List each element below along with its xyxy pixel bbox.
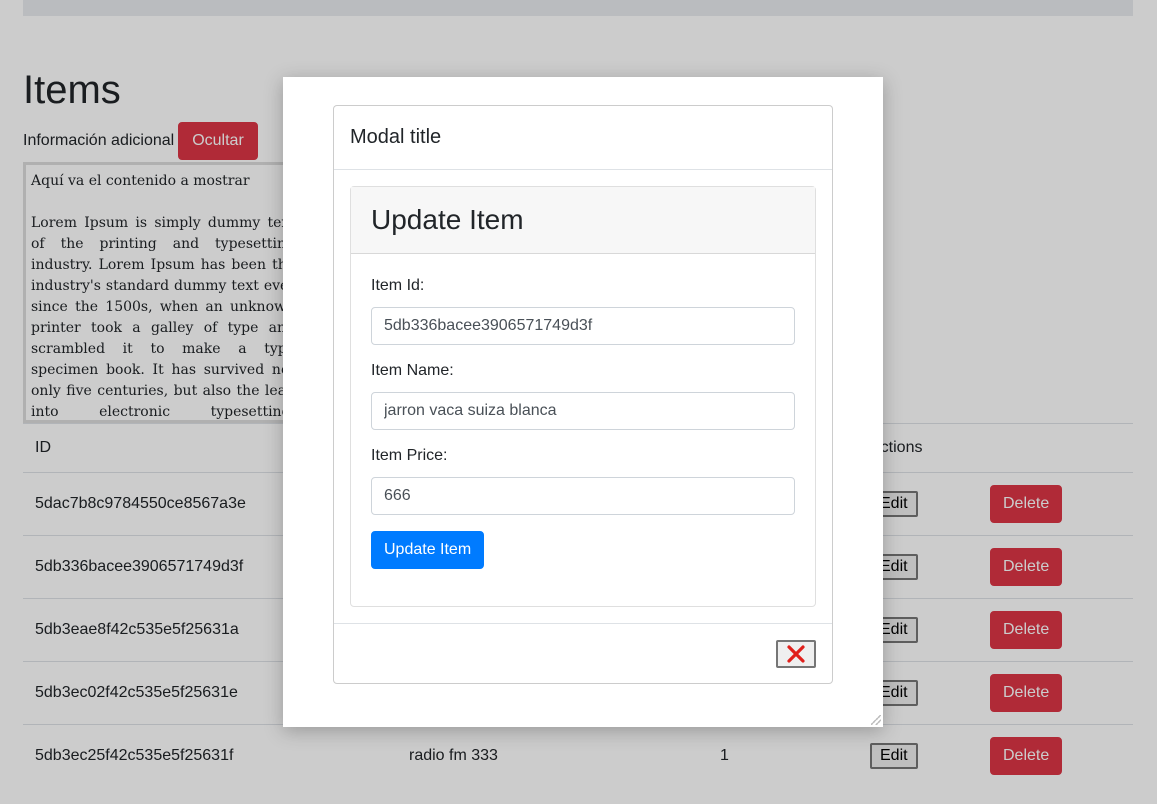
- item-id-input[interactable]: [371, 307, 795, 345]
- item-name-group: Item Name:: [371, 361, 795, 430]
- modal-dialog: Modal title Update Item Item Id: Item Na…: [283, 77, 883, 727]
- modal-content: Modal title Update Item Item Id: Item Na…: [333, 105, 833, 684]
- resize-grip[interactable]: [871, 715, 881, 725]
- modal-body: Update Item Item Id: Item Name: Item Pri…: [334, 170, 832, 623]
- item-id-label: Item Id:: [371, 277, 425, 294]
- close-x-icon: [787, 645, 805, 663]
- item-name-label: Item Name:: [371, 362, 454, 379]
- item-id-group: Item Id:: [371, 276, 795, 345]
- item-price-input[interactable]: [371, 477, 795, 515]
- close-modal-button[interactable]: [776, 640, 816, 668]
- modal-header: Modal title: [334, 106, 832, 170]
- item-name-input[interactable]: [371, 392, 795, 430]
- item-price-label: Item Price:: [371, 447, 448, 464]
- update-item-form: Item Id: Item Name: Item Price: Update I…: [351, 254, 815, 591]
- card-header: Update Item: [351, 187, 815, 254]
- modal-footer: [334, 623, 832, 684]
- update-item-button[interactable]: Update Item: [371, 531, 485, 569]
- card-title: Update Item: [371, 204, 524, 235]
- item-price-group: Item Price:: [371, 446, 795, 515]
- modal-title: Modal title: [350, 126, 442, 148]
- update-item-card: Update Item Item Id: Item Name: Item Pri…: [350, 186, 816, 607]
